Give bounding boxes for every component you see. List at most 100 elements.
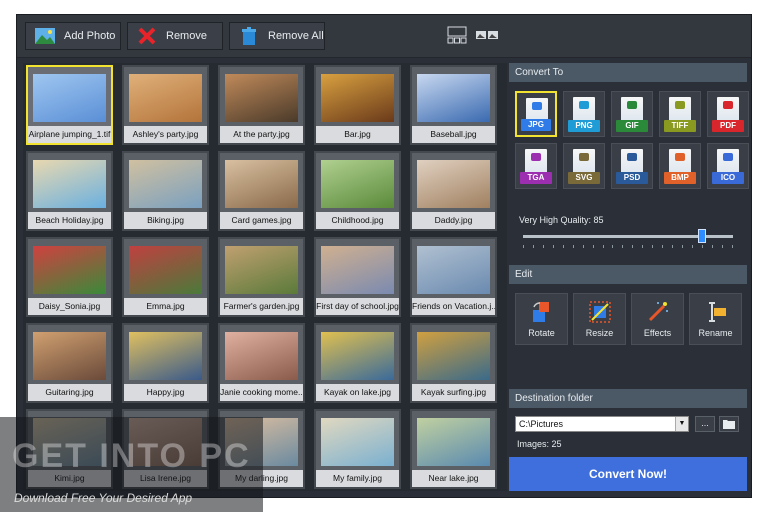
remove-button[interactable]: Remove <box>127 22 223 50</box>
slider-tick <box>572 245 574 248</box>
slider-tick <box>602 245 604 248</box>
photo-caption: Childhood.jpg <box>316 212 399 229</box>
photo-caption: Friends on Vacation.j... <box>412 298 495 315</box>
photo-image <box>225 160 298 208</box>
slider-tick <box>701 245 703 248</box>
slider-tick <box>721 245 723 248</box>
photo-image <box>33 160 106 208</box>
open-folder-button[interactable] <box>719 416 739 432</box>
photo-thumbnail[interactable]: First day of school.jpg <box>314 237 401 317</box>
photo-image <box>417 74 490 122</box>
format-label: JPG <box>521 119 551 131</box>
photo-image <box>321 332 394 380</box>
remove-all-button[interactable]: Remove All <box>229 22 325 50</box>
photo-thumbnail[interactable]: Ashley's party.jpg <box>122 65 209 145</box>
photo-thumbnail[interactable]: Baseball.jpg <box>410 65 497 145</box>
view-switcher <box>447 26 499 49</box>
format-pdf-button[interactable]: PDF <box>707 91 749 137</box>
photo-image <box>33 332 106 380</box>
photo-image <box>129 74 202 122</box>
format-gif-button[interactable]: GIF <box>611 91 653 137</box>
slider-tick <box>642 245 644 248</box>
slider-tick <box>592 245 594 248</box>
photo-image <box>225 74 298 122</box>
resize-button[interactable]: Resize <box>573 293 626 345</box>
photo-image <box>417 160 490 208</box>
format-psd-button[interactable]: PSD <box>611 143 653 189</box>
browse-button[interactable]: ... <box>695 416 715 432</box>
format-label: PDF <box>712 120 744 132</box>
photo-caption: Card games.jpg <box>220 212 303 229</box>
format-svg-button[interactable]: SVG <box>563 143 605 189</box>
photo-thumbnail[interactable]: Kayak on lake.jpg <box>314 323 401 403</box>
photo-thumbnail[interactable]: Happy.jpg <box>122 323 209 403</box>
images-count: Images: 25 <box>517 439 562 449</box>
photo-thumbnail[interactable]: Daisy_Sonia.jpg <box>26 237 113 317</box>
slider-tick <box>672 245 674 248</box>
photo-image <box>321 74 394 122</box>
photo-caption: Baseball.jpg <box>412 126 495 143</box>
photo-thumbnail[interactable]: Card games.jpg <box>218 151 305 231</box>
photo-thumbnail[interactable]: Airplane jumping_1.tif <box>26 65 113 145</box>
format-ico-button[interactable]: ICO <box>707 143 749 189</box>
rename-button[interactable]: Rename <box>689 293 742 345</box>
format-bmp-button[interactable]: BMP <box>659 143 701 189</box>
quality-label: Very High Quality: 85 <box>519 215 604 225</box>
thumbnail-view-icon[interactable] <box>475 26 499 49</box>
remove-label: Remove <box>166 30 207 42</box>
photo-thumbnail[interactable]: Friends on Vacation.j... <box>410 237 497 317</box>
photo-caption: Emma.jpg <box>124 298 207 315</box>
photo-caption: Guitaring.jpg <box>28 384 111 401</box>
slider-tick <box>542 245 544 248</box>
side-panel: Convert To JPG PNG GIF TIFF PDF TGA SVG PSD BMP I… <box>509 63 749 491</box>
photo-thumbnail[interactable]: My family.jpg <box>314 409 401 489</box>
photo-image <box>33 74 106 122</box>
format-png-button[interactable]: PNG <box>563 91 605 137</box>
format-label: BMP <box>664 172 696 184</box>
folder-icon <box>723 420 735 429</box>
file-icon <box>573 149 595 173</box>
chevron-down-icon[interactable]: ▼ <box>675 417 688 431</box>
resize-icon <box>589 301 611 323</box>
convert-now-button[interactable]: Convert Now! <box>509 457 747 491</box>
photo-thumbnail[interactable]: Farmer's garden.jpg <box>218 237 305 317</box>
photo-thumbnail[interactable]: Near lake.jpg <box>410 409 497 489</box>
photo-thumbnail[interactable]: At the party.jpg <box>218 65 305 145</box>
photo-thumbnail[interactable]: Bar.jpg <box>314 65 401 145</box>
photo-caption: Kayak on lake.jpg <box>316 384 399 401</box>
format-jpg-button[interactable]: JPG <box>515 91 557 137</box>
effects-button[interactable]: Effects <box>631 293 684 345</box>
photo-caption: First day of school.jpg <box>316 298 399 315</box>
photo-thumbnail[interactable]: Childhood.jpg <box>314 151 401 231</box>
slider-tick <box>682 245 683 248</box>
photo-thumbnail[interactable]: Daddy.jpg <box>410 151 497 231</box>
photo-caption: Airplane jumping_1.tif <box>28 126 111 143</box>
photo-caption: Farmer's garden.jpg <box>220 298 303 315</box>
format-label: ICO <box>712 172 744 184</box>
file-icon <box>621 97 643 121</box>
add-photo-label: Add Photo <box>64 30 116 42</box>
destination-path-input[interactable]: C:\Pictures ▼ <box>515 416 689 432</box>
photo-thumbnail[interactable]: Janie cooking mome... <box>218 323 305 403</box>
photo-image <box>225 332 298 380</box>
add-photo-button[interactable]: Add Photo <box>25 22 121 50</box>
magic-wand-icon <box>648 302 668 322</box>
slider-tick <box>652 245 654 248</box>
photo-thumbnail[interactable]: Biking.jpg <box>122 151 209 231</box>
format-tga-button[interactable]: TGA <box>515 143 557 189</box>
rotate-label: Rotate <box>528 328 555 338</box>
photo-caption: My family.jpg <box>316 470 399 487</box>
photo-thumbnail[interactable]: Beach Holiday.jpg <box>26 151 113 231</box>
grid-view-icon[interactable] <box>447 26 467 49</box>
format-label: GIF <box>616 120 648 132</box>
photo-thumbnail[interactable]: Kayak surfing.jpg <box>410 323 497 403</box>
file-icon <box>573 97 595 121</box>
photo-thumbnail[interactable]: Guitaring.jpg <box>26 323 113 403</box>
quality-slider-thumb[interactable] <box>697 229 706 243</box>
rotate-button[interactable]: Rotate <box>515 293 568 345</box>
format-tiff-button[interactable]: TIFF <box>659 91 701 137</box>
file-icon <box>669 97 691 121</box>
destination-path-value: C:\Pictures <box>519 419 564 429</box>
photo-thumbnail[interactable]: Emma.jpg <box>122 237 209 317</box>
slider-tick <box>632 245 634 248</box>
